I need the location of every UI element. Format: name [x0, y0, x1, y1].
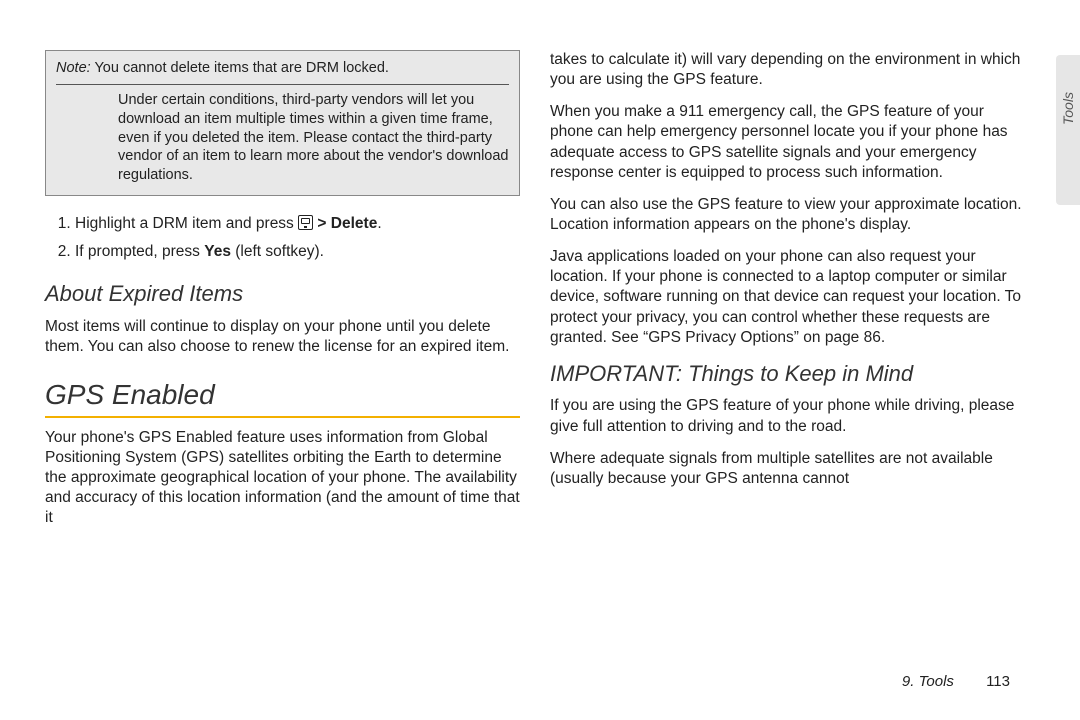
footer-chapter: 9. Tools — [902, 673, 954, 690]
step-1-pre: Highlight a DRM item and press — [75, 215, 298, 232]
note-divider — [56, 84, 509, 85]
about-expired-heading: About Expired Items — [45, 280, 520, 309]
step-2-pre: If prompted, press — [75, 243, 204, 260]
step-2-yes: Yes — [204, 243, 231, 260]
heading-rule — [45, 416, 520, 418]
right-p3: You can also use the GPS feature to view… — [550, 195, 1025, 235]
step-2-post: (left softkey). — [231, 243, 324, 260]
right-p4: Java applications loaded on your phone c… — [550, 247, 1025, 348]
menu-key-icon — [298, 215, 313, 230]
step-1-gt: > — [313, 215, 331, 232]
about-expired-body: Most items will continue to display on y… — [45, 317, 520, 357]
left-column: Note: You cannot delete items that are D… — [45, 50, 520, 540]
footer-page-number: 113 — [986, 673, 1010, 690]
two-column-layout: Note: You cannot delete items that are D… — [45, 50, 1025, 540]
note-body: Under certain conditions, third-party ve… — [56, 91, 509, 185]
step-1-post: . — [377, 215, 381, 232]
note-box: Note: You cannot delete items that are D… — [45, 50, 520, 196]
right-column: takes to calculate it) will vary dependi… — [550, 50, 1025, 540]
section-tab-label: Tools — [1060, 92, 1076, 125]
important-heading: IMPORTANT: Things to Keep in Mind — [550, 360, 1025, 389]
note-header-text: You cannot delete items that are DRM loc… — [94, 60, 388, 76]
step-2: If prompted, press Yes (left softkey). — [75, 242, 520, 262]
step-1-delete: Delete — [331, 215, 378, 232]
right-p1: takes to calculate it) will vary dependi… — [550, 50, 1025, 90]
right-p2: When you make a 911 emergency call, the … — [550, 102, 1025, 183]
note-label: Note: — [56, 60, 91, 76]
manual-page: Note: You cannot delete items that are D… — [0, 0, 1080, 720]
page-footer: 9. Tools 113 — [902, 673, 1010, 690]
gps-enabled-heading: GPS Enabled — [45, 377, 520, 413]
section-tab: Tools — [1056, 55, 1080, 205]
note-header: Note: You cannot delete items that are D… — [56, 59, 509, 78]
gps-para-1: Your phone's GPS Enabled feature uses in… — [45, 428, 520, 529]
right-p5: If you are using the GPS feature of your… — [550, 396, 1025, 436]
right-p6: Where adequate signals from multiple sat… — [550, 449, 1025, 489]
step-1: Highlight a DRM item and press > Delete. — [75, 214, 520, 234]
steps-list: Highlight a DRM item and press > Delete.… — [45, 214, 520, 262]
